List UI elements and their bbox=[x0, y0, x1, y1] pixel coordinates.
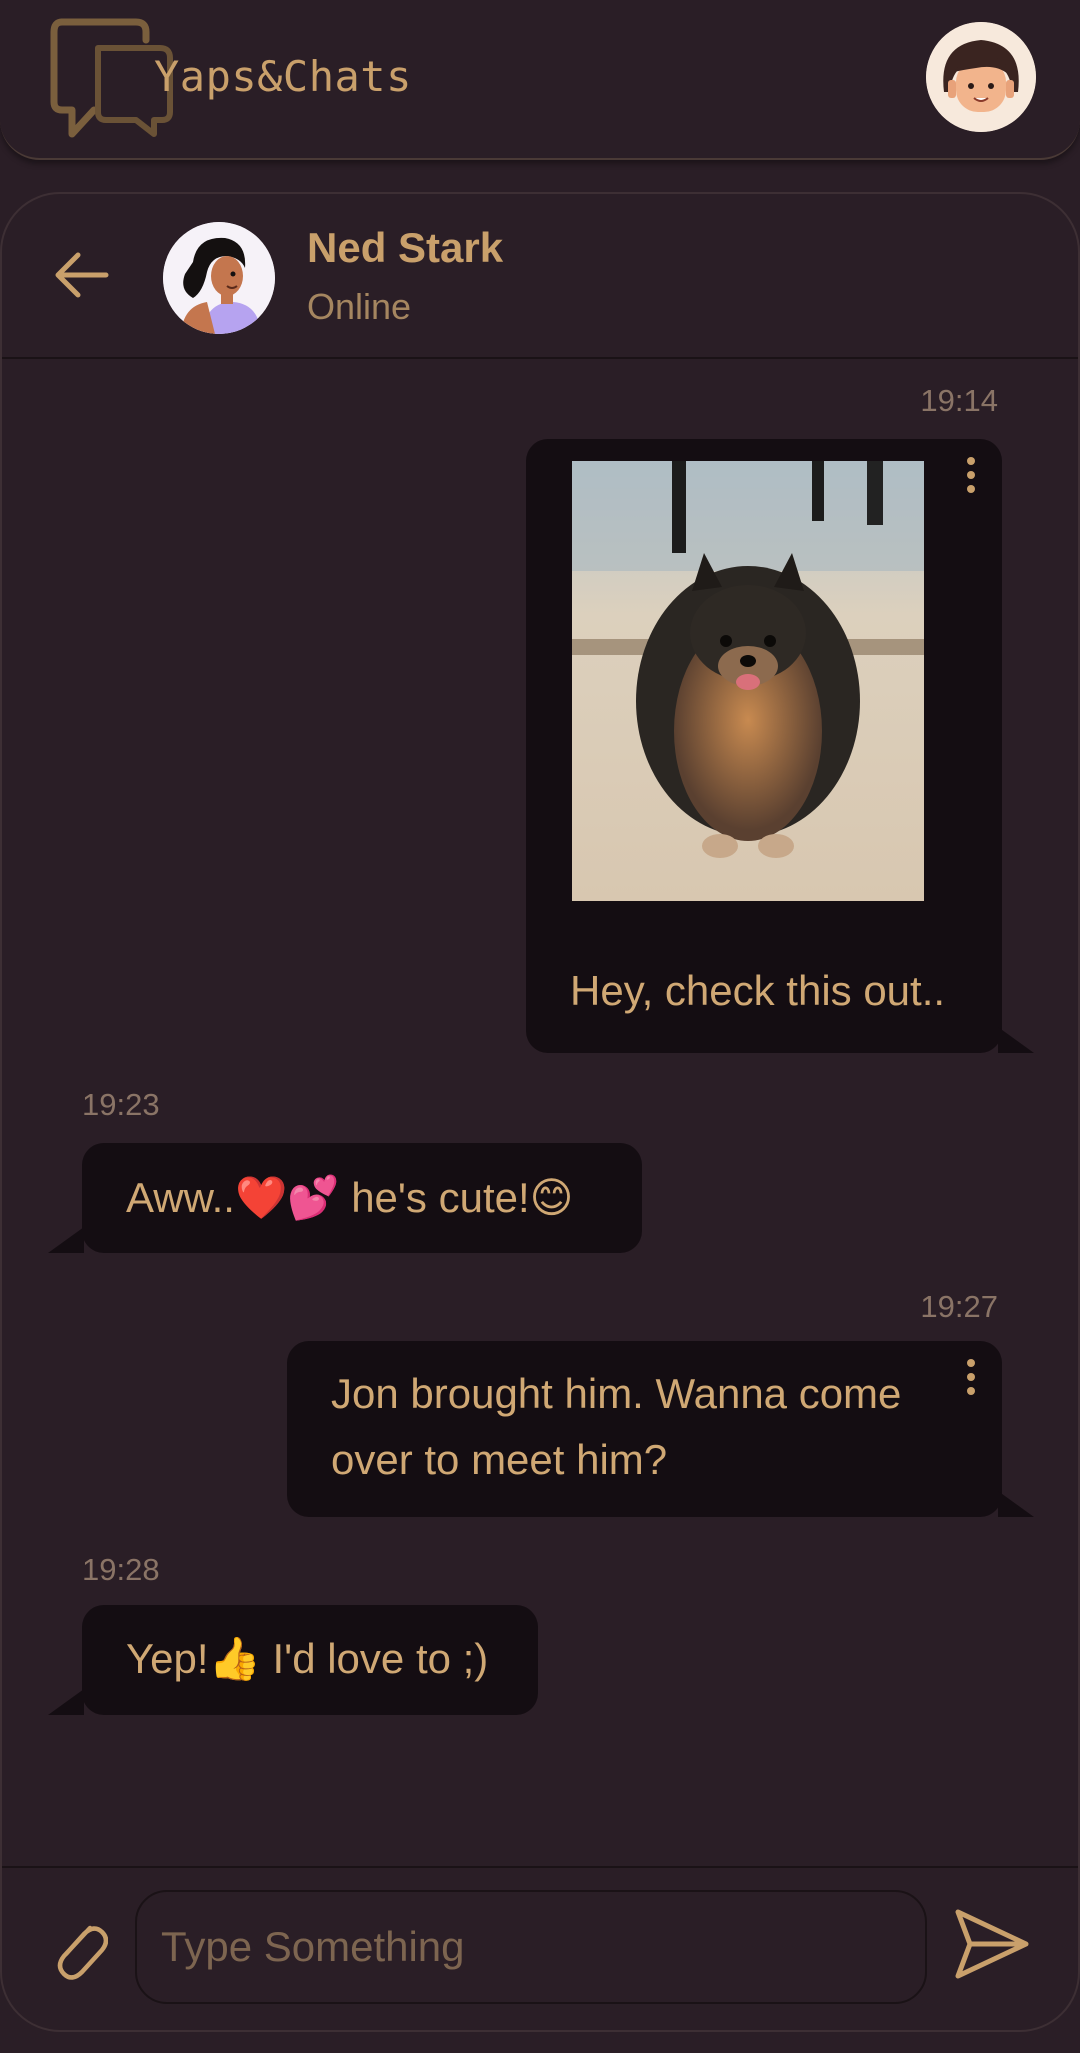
message-text: Aww..❤️💕 he's cute!😊 bbox=[126, 1174, 574, 1221]
message-text: Yep!👍 I'd love to ;) bbox=[126, 1635, 489, 1682]
message-input-container bbox=[135, 1890, 927, 2004]
message-bubble-incoming[interactable]: Yep!👍 I'd love to ;) bbox=[48, 1605, 538, 1715]
app-root: Yaps&Chats Ned Stark Online 19:14 Hey, c… bbox=[0, 0, 1080, 2053]
top-app-bar: Yaps&Chats bbox=[0, 0, 1080, 160]
message-time: 19:28 bbox=[82, 1552, 160, 1587]
message-bubble-incoming[interactable]: Aww..❤️💕 he's cute!😊 bbox=[48, 1143, 642, 1253]
contact-avatar[interactable] bbox=[163, 222, 275, 334]
message-time: 19:23 bbox=[82, 1087, 160, 1122]
send-icon[interactable] bbox=[952, 1904, 1032, 1984]
message-list[interactable]: 19:14 Hey, check this out.. 19:23 Aww..❤… bbox=[2, 361, 1078, 1861]
contact-name: Ned Stark bbox=[307, 224, 504, 271]
message-time: 19:14 bbox=[920, 383, 998, 418]
arrow-left-icon[interactable] bbox=[52, 250, 110, 300]
kebab-menu-icon[interactable] bbox=[964, 457, 978, 501]
message-bubble-outgoing[interactable]: Jon brought him. Wanna come over to meet… bbox=[287, 1341, 1034, 1517]
message-bubble-outgoing[interactable]: Hey, check this out.. bbox=[526, 439, 1034, 1053]
contact-status: Online bbox=[307, 286, 412, 327]
chat-header: Ned Stark Online bbox=[2, 194, 1078, 359]
user-avatar-illustration bbox=[926, 22, 1036, 132]
message-caption: Hey, check this out.. bbox=[570, 967, 946, 1014]
shared-photo[interactable] bbox=[572, 461, 924, 901]
message-text: Jon brought him. Wanna come over to meet… bbox=[331, 1370, 902, 1483]
user-avatar[interactable] bbox=[926, 22, 1036, 132]
message-time: 19:27 bbox=[920, 1289, 998, 1324]
kebab-menu-icon[interactable] bbox=[964, 1359, 978, 1403]
chat-panel: Ned Stark Online 19:14 Hey, check this o… bbox=[0, 192, 1080, 2032]
contact-avatar-illustration bbox=[163, 222, 275, 334]
message-composer bbox=[2, 1866, 1078, 2030]
dog-photo-illustration bbox=[572, 461, 924, 901]
paperclip-icon[interactable] bbox=[50, 1910, 108, 1984]
message-input[interactable] bbox=[137, 1892, 925, 2002]
app-brand-name: Yaps&Chats bbox=[154, 52, 412, 101]
